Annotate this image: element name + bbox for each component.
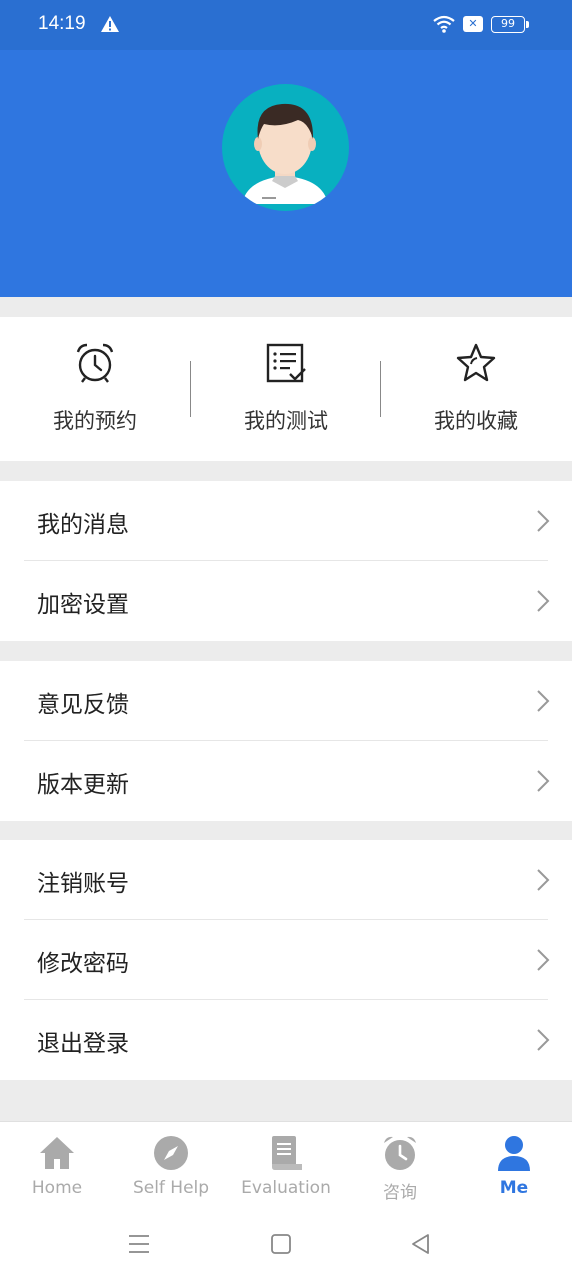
menu-item-label: 加密设置 [37,592,129,618]
tab-self-help[interactable]: Self Help [114,1122,228,1210]
clock-icon [384,1136,416,1170]
menu-item-feedback[interactable]: 意见反馈 [0,661,572,741]
warning-icon [101,16,119,32]
menu-item-logout[interactable]: 退出登录 [0,1000,572,1080]
menu-item-version-update[interactable]: 版本更新 [0,741,572,821]
chevron-right-icon [537,510,550,532]
menu-item-encryption-settings[interactable]: 加密设置 [0,561,572,641]
menu-group-2: 意见反馈 版本更新 [0,661,572,821]
quick-item-tests[interactable]: 我的测试 [191,317,381,461]
tab-label: Me [499,1178,529,1198]
user-avatar-icon [242,103,328,204]
system-nav-bar [0,1209,572,1280]
tab-label: Home [31,1178,83,1198]
menu-group-3: 注销账号 修改密码 退出登录 [0,840,572,1080]
menu-icon[interactable] [128,1233,150,1255]
chevron-right-icon [537,770,550,792]
quick-actions: 我的预约 我的测试 我的收藏 [0,317,572,461]
home-square-icon[interactable] [270,1233,292,1255]
back-icon[interactable] [410,1233,432,1255]
menu-item-change-password[interactable]: 修改密码 [0,920,572,1000]
chevron-right-icon [537,590,550,612]
chevron-right-icon [537,1029,550,1051]
menu-item-messages[interactable]: 我的消息 [0,481,572,561]
chevron-right-icon [537,690,550,712]
quick-item-label: 我的预约 [53,409,137,433]
tab-label: Self Help [132,1178,210,1198]
battery-indicator: 99 [491,16,529,33]
quick-item-label: 我的收藏 [434,409,518,433]
bottom-tab-bar: Home Self Help Evaluation 咨询 Me [0,1121,572,1209]
avatar[interactable] [222,84,349,211]
sim-icon: ✕ [463,16,483,32]
menu-item-delete-account[interactable]: 注销账号 [0,840,572,920]
chevron-right-icon [537,949,550,971]
document-icon [272,1136,302,1170]
wifi-icon [433,15,455,33]
menu-group-1: 我的消息 加密设置 [0,481,572,641]
compass-icon [154,1136,188,1170]
tab-consult[interactable]: 咨询 [343,1122,457,1210]
menu-item-label: 意见反馈 [37,692,129,718]
person-icon [498,1136,530,1171]
status-time: 14:19 [38,13,86,34]
checklist-icon [266,343,306,383]
star-icon [456,343,496,382]
tab-label: Evaluation [241,1178,331,1198]
chevron-right-icon [537,869,550,891]
menu-item-label: 注销账号 [37,871,129,897]
tab-me[interactable]: Me [457,1122,571,1210]
profile-header [0,50,572,297]
menu-item-label: 修改密码 [37,951,129,977]
tab-home[interactable]: Home [0,1122,114,1210]
tab-label: 咨询 [383,1183,417,1203]
tab-evaluation[interactable]: Evaluation [229,1122,343,1210]
menu-item-label: 版本更新 [37,772,129,798]
menu-item-label: 我的消息 [37,512,129,538]
home-icon [40,1137,74,1169]
menu-item-label: 退出登录 [37,1031,129,1057]
quick-item-appointments[interactable]: 我的预约 [0,317,190,461]
status-bar: 14:19 ✕ 99 [0,0,572,50]
quick-item-label: 我的测试 [244,409,328,433]
alarm-clock-icon [76,343,114,383]
quick-item-favorites[interactable]: 我的收藏 [381,317,571,461]
